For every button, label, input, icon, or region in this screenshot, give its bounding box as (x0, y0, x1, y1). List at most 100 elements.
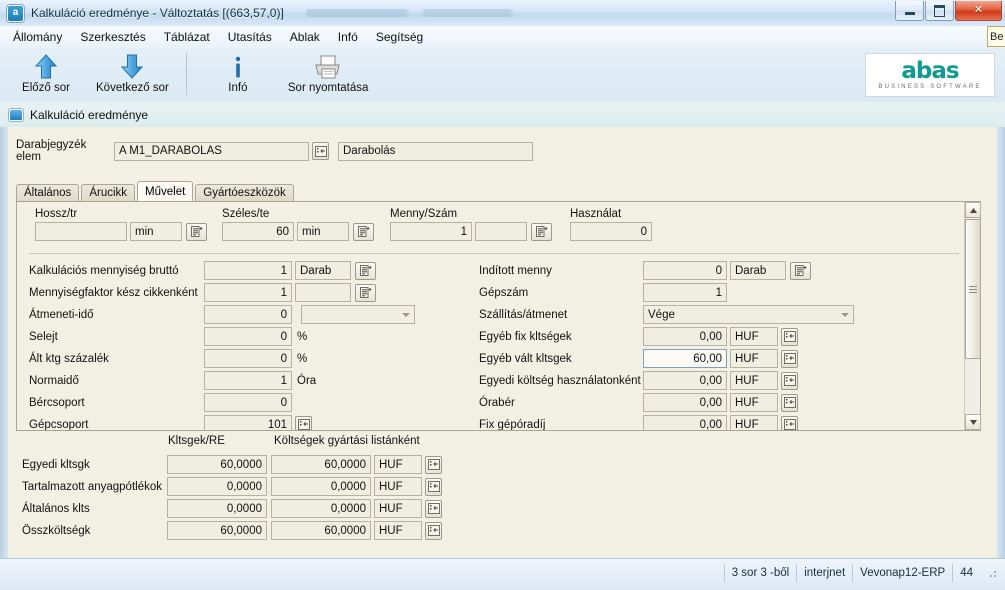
form-vertical-scrollbar[interactable] (964, 202, 981, 430)
next-row-button[interactable]: Következő sor (88, 50, 177, 98)
cost-lookup-tartalmazott-anyagpotlekok[interactable] (425, 477, 442, 496)
field-value-egyeb-valt-kltsgek[interactable]: 60,00 (643, 349, 727, 368)
bom-element-lookup-button[interactable] (312, 142, 329, 160)
field-unit-inditott-menny[interactable]: Darab (730, 261, 786, 280)
field-lookup-oraber[interactable] (781, 393, 798, 412)
field-value-inditott-menny[interactable]: 0 (643, 261, 727, 280)
field-value-egyeb-fix-kltsegek[interactable]: 0,00 (643, 327, 727, 346)
printer-icon (313, 53, 343, 81)
list-picker-icon (794, 265, 806, 276)
field-value-atmeneti-ido[interactable]: 0 (204, 305, 292, 324)
field-value-bercsoport[interactable]: 0 (204, 393, 292, 412)
field-value-fix-geporadij[interactable]: 0,00 (643, 415, 727, 430)
menu-item-segitseg[interactable]: Segítség (367, 27, 432, 47)
caret-up-icon (969, 207, 977, 213)
cost-per-list-osszkoltsegk[interactable]: 60,0000 (271, 521, 371, 540)
cost-currency-altalanos-klts[interactable]: HUF (374, 499, 422, 518)
menu-item-szerkesztes[interactable]: Szerkesztés (71, 27, 154, 47)
field-value-kalkulacios-mennyiseg[interactable]: 1 (204, 261, 292, 280)
measure-szeles-value[interactable]: 60 (222, 222, 294, 241)
field-combo-atmeneti-ido[interactable] (301, 305, 415, 324)
field-currency-oraber[interactable]: HUF (730, 393, 778, 412)
cost-currency-egyedi-kltsgk[interactable]: HUF (374, 455, 422, 474)
bom-element-row: Darabjegyzék elem A M1_DARABOLAS Darabol… (16, 139, 533, 163)
measure-menny-unit[interactable] (475, 222, 527, 241)
menu-item-allomany[interactable]: Állomány (4, 27, 71, 47)
menu-item-ablak[interactable]: Ablak (281, 27, 329, 47)
field-combo-szallitas-atmenet[interactable]: Vége (643, 305, 854, 324)
tab-altalanos[interactable]: Általános (16, 184, 80, 201)
field-lookup-gepcsoport[interactable] (295, 415, 312, 430)
resize-grip-icon[interactable] (985, 566, 999, 580)
measure-menny-value[interactable]: 1 (390, 222, 472, 241)
tab-gyartoeszkozok[interactable]: Gyártóeszközök (195, 184, 294, 201)
bom-element-code-input[interactable]: A M1_DARABOLAS (114, 141, 309, 161)
cost-per-re-tartalmazott-anyagpotlekok[interactable]: 0,0000 (167, 477, 267, 496)
cost-currency-osszkoltsegk[interactable]: HUF (374, 521, 422, 540)
tab-arucikk[interactable]: Árucikk (81, 184, 136, 201)
measure-szeles-unit[interactable]: min (297, 222, 349, 241)
measure-hasznalat-value[interactable]: 0 (570, 222, 652, 241)
minimize-button[interactable] (895, 1, 924, 21)
bom-element-description-input[interactable]: Darabolás (338, 141, 533, 161)
field-value-gepcsoport[interactable]: 101 (204, 415, 292, 430)
field-value-oraber[interactable]: 0,00 (643, 393, 727, 412)
menu-item-utasitas[interactable]: Utasítás (219, 27, 281, 47)
prev-row-button[interactable]: Előző sor (4, 50, 88, 98)
cost-per-re-altalanos-klts[interactable]: 0,0000 (167, 499, 267, 518)
menu-item-info[interactable]: Infó (329, 27, 367, 47)
field-value-egyedi-koltseg[interactable]: 0,00 (643, 371, 727, 390)
measure-hossz-value[interactable] (35, 222, 127, 241)
print-row-button[interactable]: Sor nyomtatása (280, 50, 377, 98)
measure-hossz-picker-button[interactable] (186, 222, 207, 241)
field-currency-fix-geporadij[interactable]: HUF (730, 415, 778, 430)
field-row-inditott-menny: Indított menny 0 Darab (479, 260, 854, 281)
field-picker-inditott-menny[interactable] (790, 261, 811, 280)
field-row-egyeb-valt-kltsgek: Egyéb vált kltsgek 60,00 HUF (479, 348, 854, 369)
measure-hossz-unit[interactable]: min (130, 222, 182, 241)
cost-per-re-egyedi-kltsgk[interactable]: 60,0000 (167, 455, 267, 474)
maximize-button[interactable] (925, 1, 954, 21)
scroll-up-button[interactable] (965, 202, 981, 218)
cost-currency-tartalmazott-anyagpotlekok[interactable]: HUF (374, 477, 422, 496)
cost-lookup-osszkoltsegk[interactable] (425, 521, 442, 540)
cost-per-list-tartalmazott-anyagpotlekok[interactable]: 0,0000 (271, 477, 371, 496)
field-lookup-egyeb-valt-kltsgek[interactable] (781, 349, 798, 368)
field-currency-egyeb-valt-kltsgek[interactable]: HUF (730, 349, 778, 368)
field-value-normaido[interactable]: 1 (204, 371, 292, 390)
field-lookup-fix-geporadij[interactable] (781, 415, 798, 430)
field-currency-egyeb-fix-kltsegek[interactable]: HUF (730, 327, 778, 346)
field-label-egyeb-valt-kltsgek: Egyéb vált kltsgek (479, 352, 572, 365)
field-unit-mennyisegfaktor[interactable] (295, 283, 351, 302)
field-label-normaido: Normaidő (29, 374, 79, 387)
measure-menny-picker-button[interactable] (531, 222, 552, 241)
cost-lookup-altalanos-klts[interactable] (425, 499, 442, 518)
field-unit-selejt: % (297, 330, 308, 343)
scroll-down-button[interactable] (965, 414, 981, 430)
field-value-mennyisegfaktor[interactable]: 1 (204, 283, 292, 302)
cost-per-re-osszkoltsegk[interactable]: 60,0000 (167, 521, 267, 540)
cost-lookup-egyedi-kltsgk[interactable] (425, 455, 442, 474)
field-value-selejt[interactable]: 0 (204, 327, 292, 346)
field-currency-egyedi-koltseg[interactable]: HUF (730, 371, 778, 390)
field-label-alt-ktg-szazalek: Ált ktg százalék (29, 352, 109, 365)
cost-per-list-altalanos-klts[interactable]: 0,0000 (271, 499, 371, 518)
cost-per-list-egyedi-kltsgk[interactable]: 60,0000 (271, 455, 371, 474)
menu-item-tablazat[interactable]: Táblázat (155, 27, 219, 47)
field-value-gepszam[interactable]: 1 (643, 283, 727, 302)
scrollbar-thumb[interactable] (965, 219, 981, 359)
field-picker-kalkulacios-mennyiseg[interactable] (355, 261, 376, 280)
field-unit-kalkulacios-mennyiseg[interactable]: Darab (295, 261, 351, 280)
field-lookup-egyedi-koltseg[interactable] (781, 371, 798, 390)
tab-muvelet[interactable]: Művelet (137, 181, 194, 201)
arrow-down-icon (121, 53, 144, 81)
lookup-icon (783, 353, 796, 364)
field-label-szallitas-atmenet: Szállítás/átmenet (479, 308, 568, 321)
close-button[interactable]: ✕ (955, 1, 1002, 21)
measure-szeles-picker-button[interactable] (353, 222, 374, 241)
info-button[interactable]: Infó (196, 50, 280, 98)
field-value-alt-ktg-szazalek[interactable]: 0 (204, 349, 292, 368)
field-picker-mennyisegfaktor[interactable] (355, 283, 376, 302)
cost-summary-block: Kltsgek/RE Költségek gyártási listánként… (16, 435, 981, 550)
field-lookup-egyeb-fix-kltsegek[interactable] (781, 327, 798, 346)
